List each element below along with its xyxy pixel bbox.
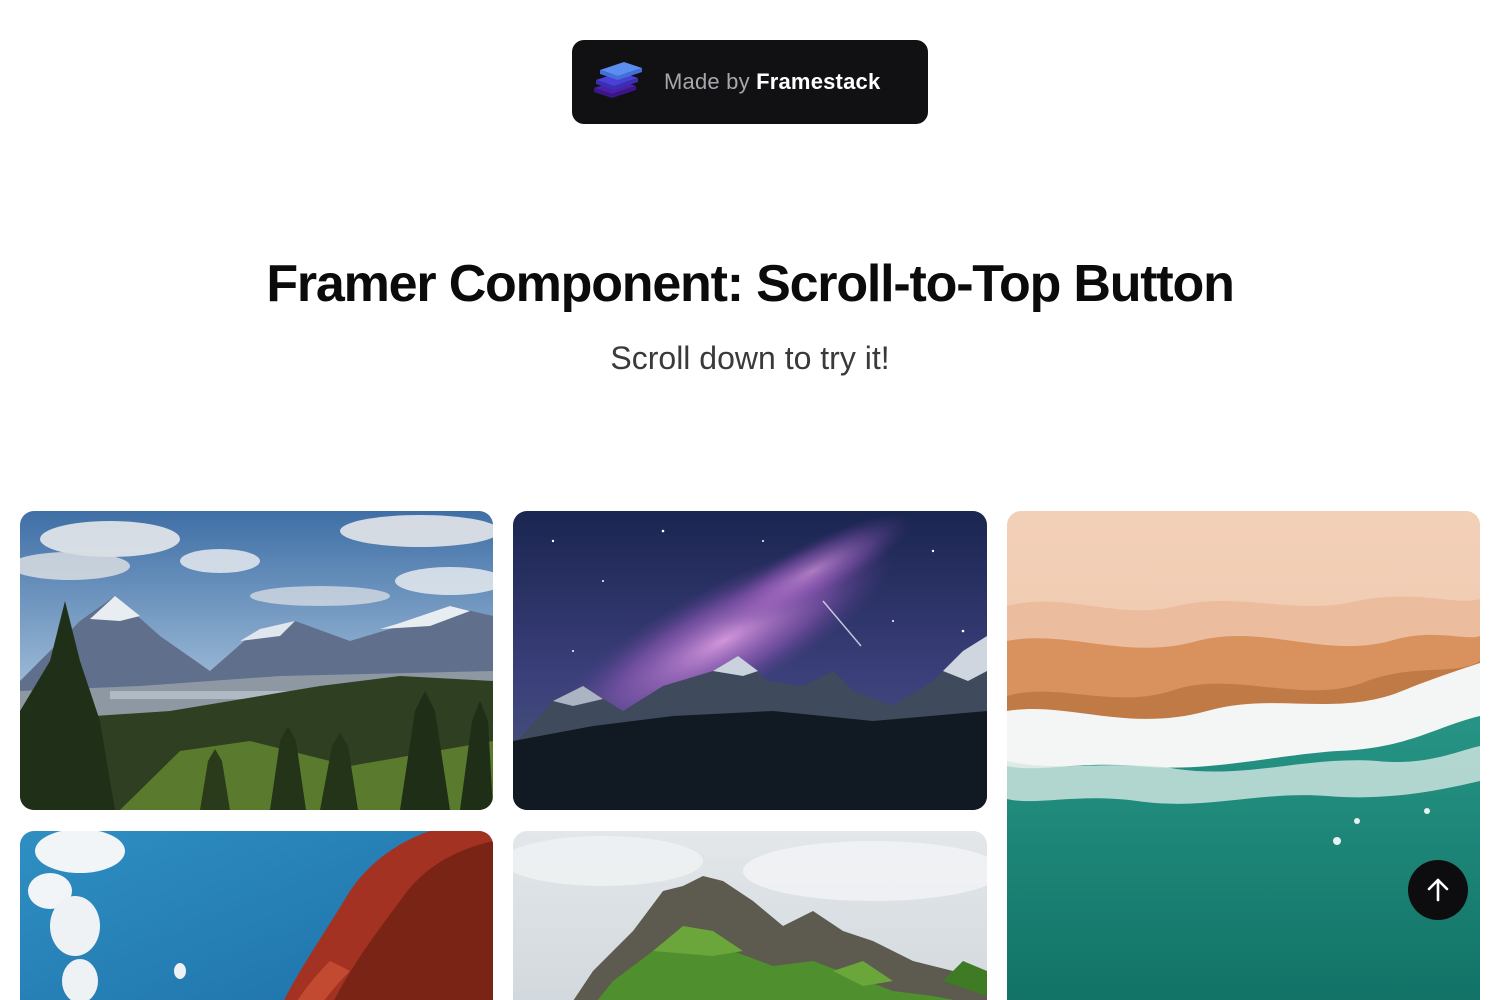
- gallery-image-milky-way: [513, 511, 987, 810]
- gallery-image-aerial-beach: [1007, 511, 1480, 1000]
- made-by-framestack-badge[interactable]: Made by Framestack: [572, 40, 928, 124]
- badge-prefix: Made by: [664, 69, 757, 94]
- gallery-image-green-peak: [513, 831, 987, 1000]
- badge-text: Made by Framestack: [664, 69, 880, 95]
- page-title: Framer Component: Scroll-to-Top Button: [266, 255, 1235, 313]
- page: Made by Framestack Framer Component: Scr…: [0, 0, 1500, 1000]
- scroll-to-top-button[interactable]: [1408, 860, 1468, 920]
- gallery-image-red-rock: [20, 831, 493, 1000]
- page-subtitle: Scroll down to try it!: [610, 340, 890, 376]
- framestack-layers-icon: [594, 62, 642, 98]
- gallery-image-mountain-valley: [20, 511, 493, 810]
- badge-brand: Framestack: [756, 69, 881, 94]
- arrow-up-icon: [1427, 878, 1449, 902]
